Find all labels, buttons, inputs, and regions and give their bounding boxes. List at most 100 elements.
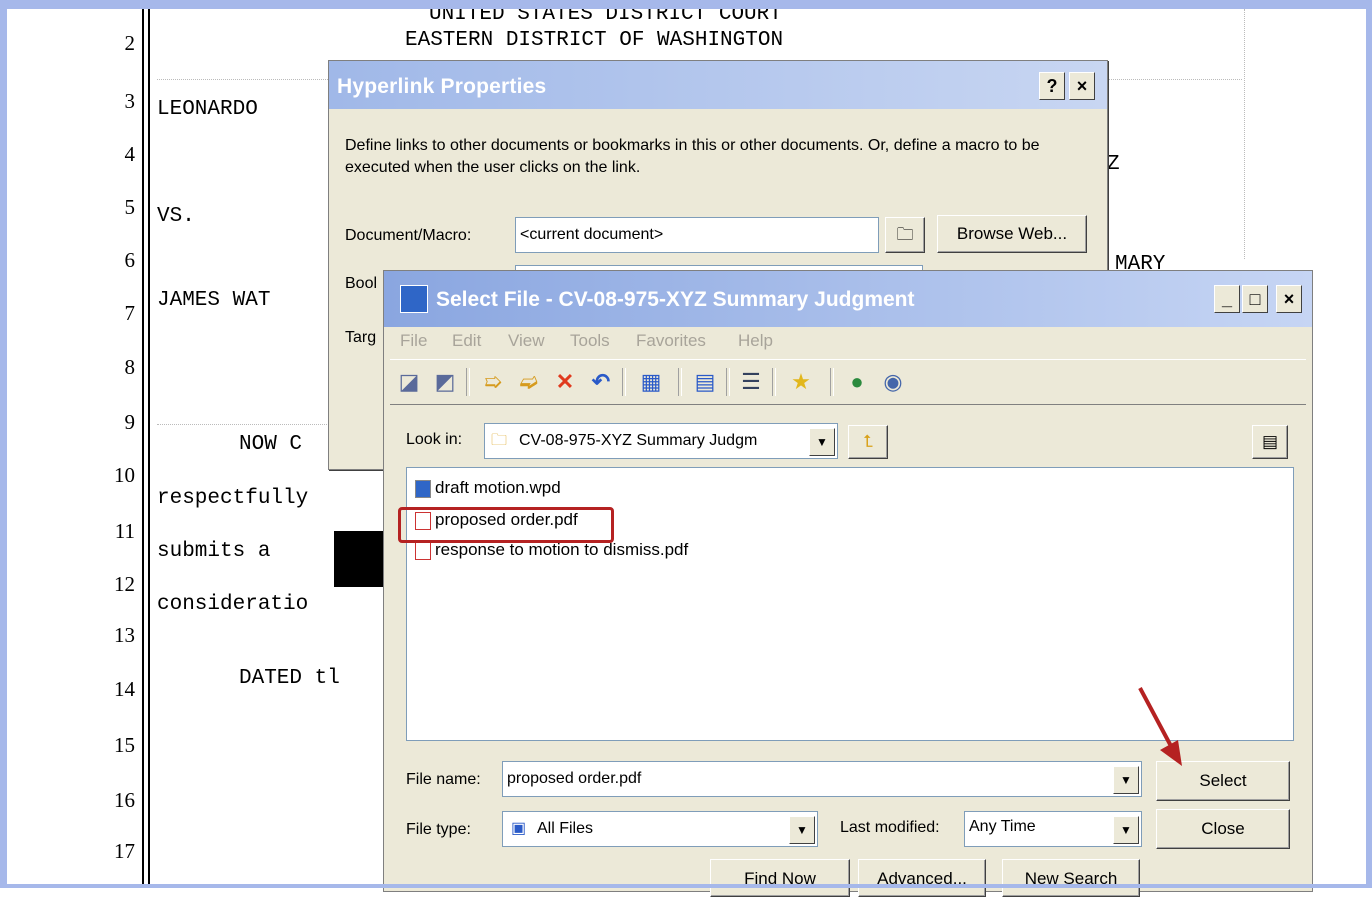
file-type-dropdown[interactable]: ▣ All Files ▼ <box>502 811 818 847</box>
web-globe-icon[interactable]: ● <box>842 368 872 396</box>
last-modified-dropdown[interactable]: Any Time ▼ <box>964 811 1142 847</box>
copy-to-folder-icon[interactable]: ➯ <box>478 368 508 396</box>
close-button[interactable]: × <box>1276 285 1302 313</box>
body-line: consideratio <box>157 593 309 616</box>
file-name-value: proposed order.pdf <box>507 770 642 787</box>
dialog-title: Select File - CV-08-975-XYZ Summary Judg… <box>436 288 915 311</box>
select-file-dialog: Select File - CV-08-975-XYZ Summary Judg… <box>383 270 1313 897</box>
line-number: 8 <box>124 355 136 379</box>
last-modified-value: Any Time <box>969 818 1036 835</box>
select-button[interactable]: Select <box>1156 761 1290 801</box>
document-macro-label: Document/Macro: <box>345 227 472 244</box>
pdf-file-icon <box>415 541 431 560</box>
line-number: 4 <box>124 142 136 166</box>
body-fragment: Z <box>1107 153 1120 176</box>
line-number: 2 <box>124 31 136 55</box>
paragraph-start: NOW C <box>239 433 303 456</box>
favorites-star-icon[interactable]: ★ <box>786 368 816 396</box>
line-number: 13 <box>114 623 135 647</box>
line-number: 10 <box>114 463 135 487</box>
window-frame-bottom <box>0 884 1372 888</box>
details-icon[interactable]: ☰ <box>736 368 766 396</box>
up-folder-icon: ⮤ <box>862 432 874 451</box>
line-number: 3 <box>124 89 136 113</box>
folder-icon: 🗀 <box>896 225 914 244</box>
menu-help[interactable]: Help <box>738 331 773 351</box>
toolbar-separator <box>622 368 626 396</box>
dialog-description: Define links to other documents or bookm… <box>345 137 1040 176</box>
tree-view-icon[interactable]: ▤ <box>690 368 720 396</box>
line-number: 9 <box>124 410 136 434</box>
toolbar-separator <box>830 368 834 396</box>
browse-web-button[interactable]: Browse Web... <box>937 215 1087 253</box>
undo-icon[interactable]: ↶ <box>586 368 616 396</box>
line-number: 7 <box>124 301 136 325</box>
toolbar-separator <box>772 368 776 396</box>
margin-rule <box>142 9 144 884</box>
dialog-title-bar[interactable]: Select File - CV-08-975-XYZ Summary Judg… <box>384 271 1312 327</box>
line-number: 12 <box>114 572 135 596</box>
line-number: 16 <box>114 788 135 812</box>
toolbar: ◪ ◩ ➯ ➫ ✕ ↶ ▦ ▤ ☰ ★ ● ◉ <box>390 359 1306 405</box>
up-folder-button[interactable]: ⮤ <box>848 425 888 459</box>
body-line: respectfully <box>157 487 309 510</box>
look-in-dropdown[interactable]: 🗀 CV-08-975-XYZ Summary Judgm ▼ <box>484 423 838 459</box>
window-frame-left <box>0 0 7 888</box>
target-frame-label: Targ <box>345 329 377 346</box>
minimize-button[interactable]: _ <box>1214 285 1240 313</box>
new-search-button[interactable]: New Search <box>1002 859 1140 897</box>
window-frame-right <box>1366 0 1372 888</box>
close-button[interactable]: × <box>1069 72 1095 100</box>
toolbar-separator <box>726 368 730 396</box>
delete-icon[interactable]: ✕ <box>550 368 580 396</box>
guideline <box>1244 9 1245 259</box>
wpd-file-icon <box>415 479 431 498</box>
map-drive-icon[interactable]: ◪ <box>394 368 424 396</box>
file-name-input[interactable]: proposed order.pdf ▼ <box>502 761 1142 797</box>
window-frame-top <box>0 0 1372 9</box>
line-number: 11 <box>114 519 135 543</box>
plaintiff-name: LEONARDO <box>157 98 258 121</box>
search-web-icon[interactable]: ◉ <box>878 368 908 396</box>
menu-tools[interactable]: Tools <box>570 331 610 351</box>
court-title-line-2: EASTERN DISTRICT OF WASHINGTON <box>405 29 784 52</box>
wordperfect-icon <box>400 285 428 313</box>
list-item[interactable]: response to motion to dismiss.pdf <box>415 540 688 560</box>
chevron-down-icon[interactable]: ▼ <box>1113 766 1139 794</box>
last-modified-label: Last modified: <box>840 819 940 836</box>
menu-file[interactable]: File <box>400 331 427 351</box>
menu-edit[interactable]: Edit <box>452 331 481 351</box>
list-item[interactable]: draft motion.wpd <box>415 478 561 498</box>
chevron-down-icon[interactable]: ▼ <box>1113 816 1139 844</box>
browse-folder-button[interactable]: 🗀 <box>885 217 925 253</box>
views-icon[interactable]: ▦ <box>636 368 666 396</box>
chevron-down-icon[interactable]: ▼ <box>809 428 835 456</box>
dialog-title-bar[interactable]: Hyperlink Properties ? × <box>329 61 1107 109</box>
folder-icon: 🗀 <box>491 432 508 449</box>
line-number: 17 <box>114 839 135 863</box>
properties-button[interactable]: ▤ <box>1252 425 1288 459</box>
toolbar-separator <box>466 368 470 396</box>
help-button[interactable]: ? <box>1039 72 1065 100</box>
chevron-down-icon[interactable]: ▼ <box>789 816 815 844</box>
disconnect-drive-icon[interactable]: ◩ <box>430 368 460 396</box>
file-type-value: All Files <box>537 820 594 837</box>
menu-view[interactable]: View <box>508 331 545 351</box>
toolbar-separator <box>678 368 682 396</box>
defendant-name: JAMES WAT <box>157 289 271 312</box>
document-macro-field[interactable]: <current document> <box>515 217 879 253</box>
file-name-label: File name: <box>406 771 481 788</box>
margin-rule <box>148 9 150 884</box>
maximize-button[interactable]: □ <box>1242 285 1268 313</box>
close-dialog-button[interactable]: Close <box>1156 809 1290 849</box>
bookmark-label: Bool <box>345 275 378 292</box>
move-to-folder-icon[interactable]: ➫ <box>514 368 544 396</box>
advanced-button[interactable]: Advanced... <box>858 859 986 897</box>
line-number: 14 <box>114 677 135 701</box>
find-now-button[interactable]: Find Now <box>710 859 850 897</box>
menu-favorites[interactable]: Favorites <box>636 331 706 351</box>
line-number: 6 <box>124 248 136 272</box>
file-type-label: File type: <box>406 821 471 838</box>
selected-file-highlight <box>398 507 614 543</box>
court-title-line-1: UNITED STATES DISTRICT COURT <box>429 9 782 26</box>
